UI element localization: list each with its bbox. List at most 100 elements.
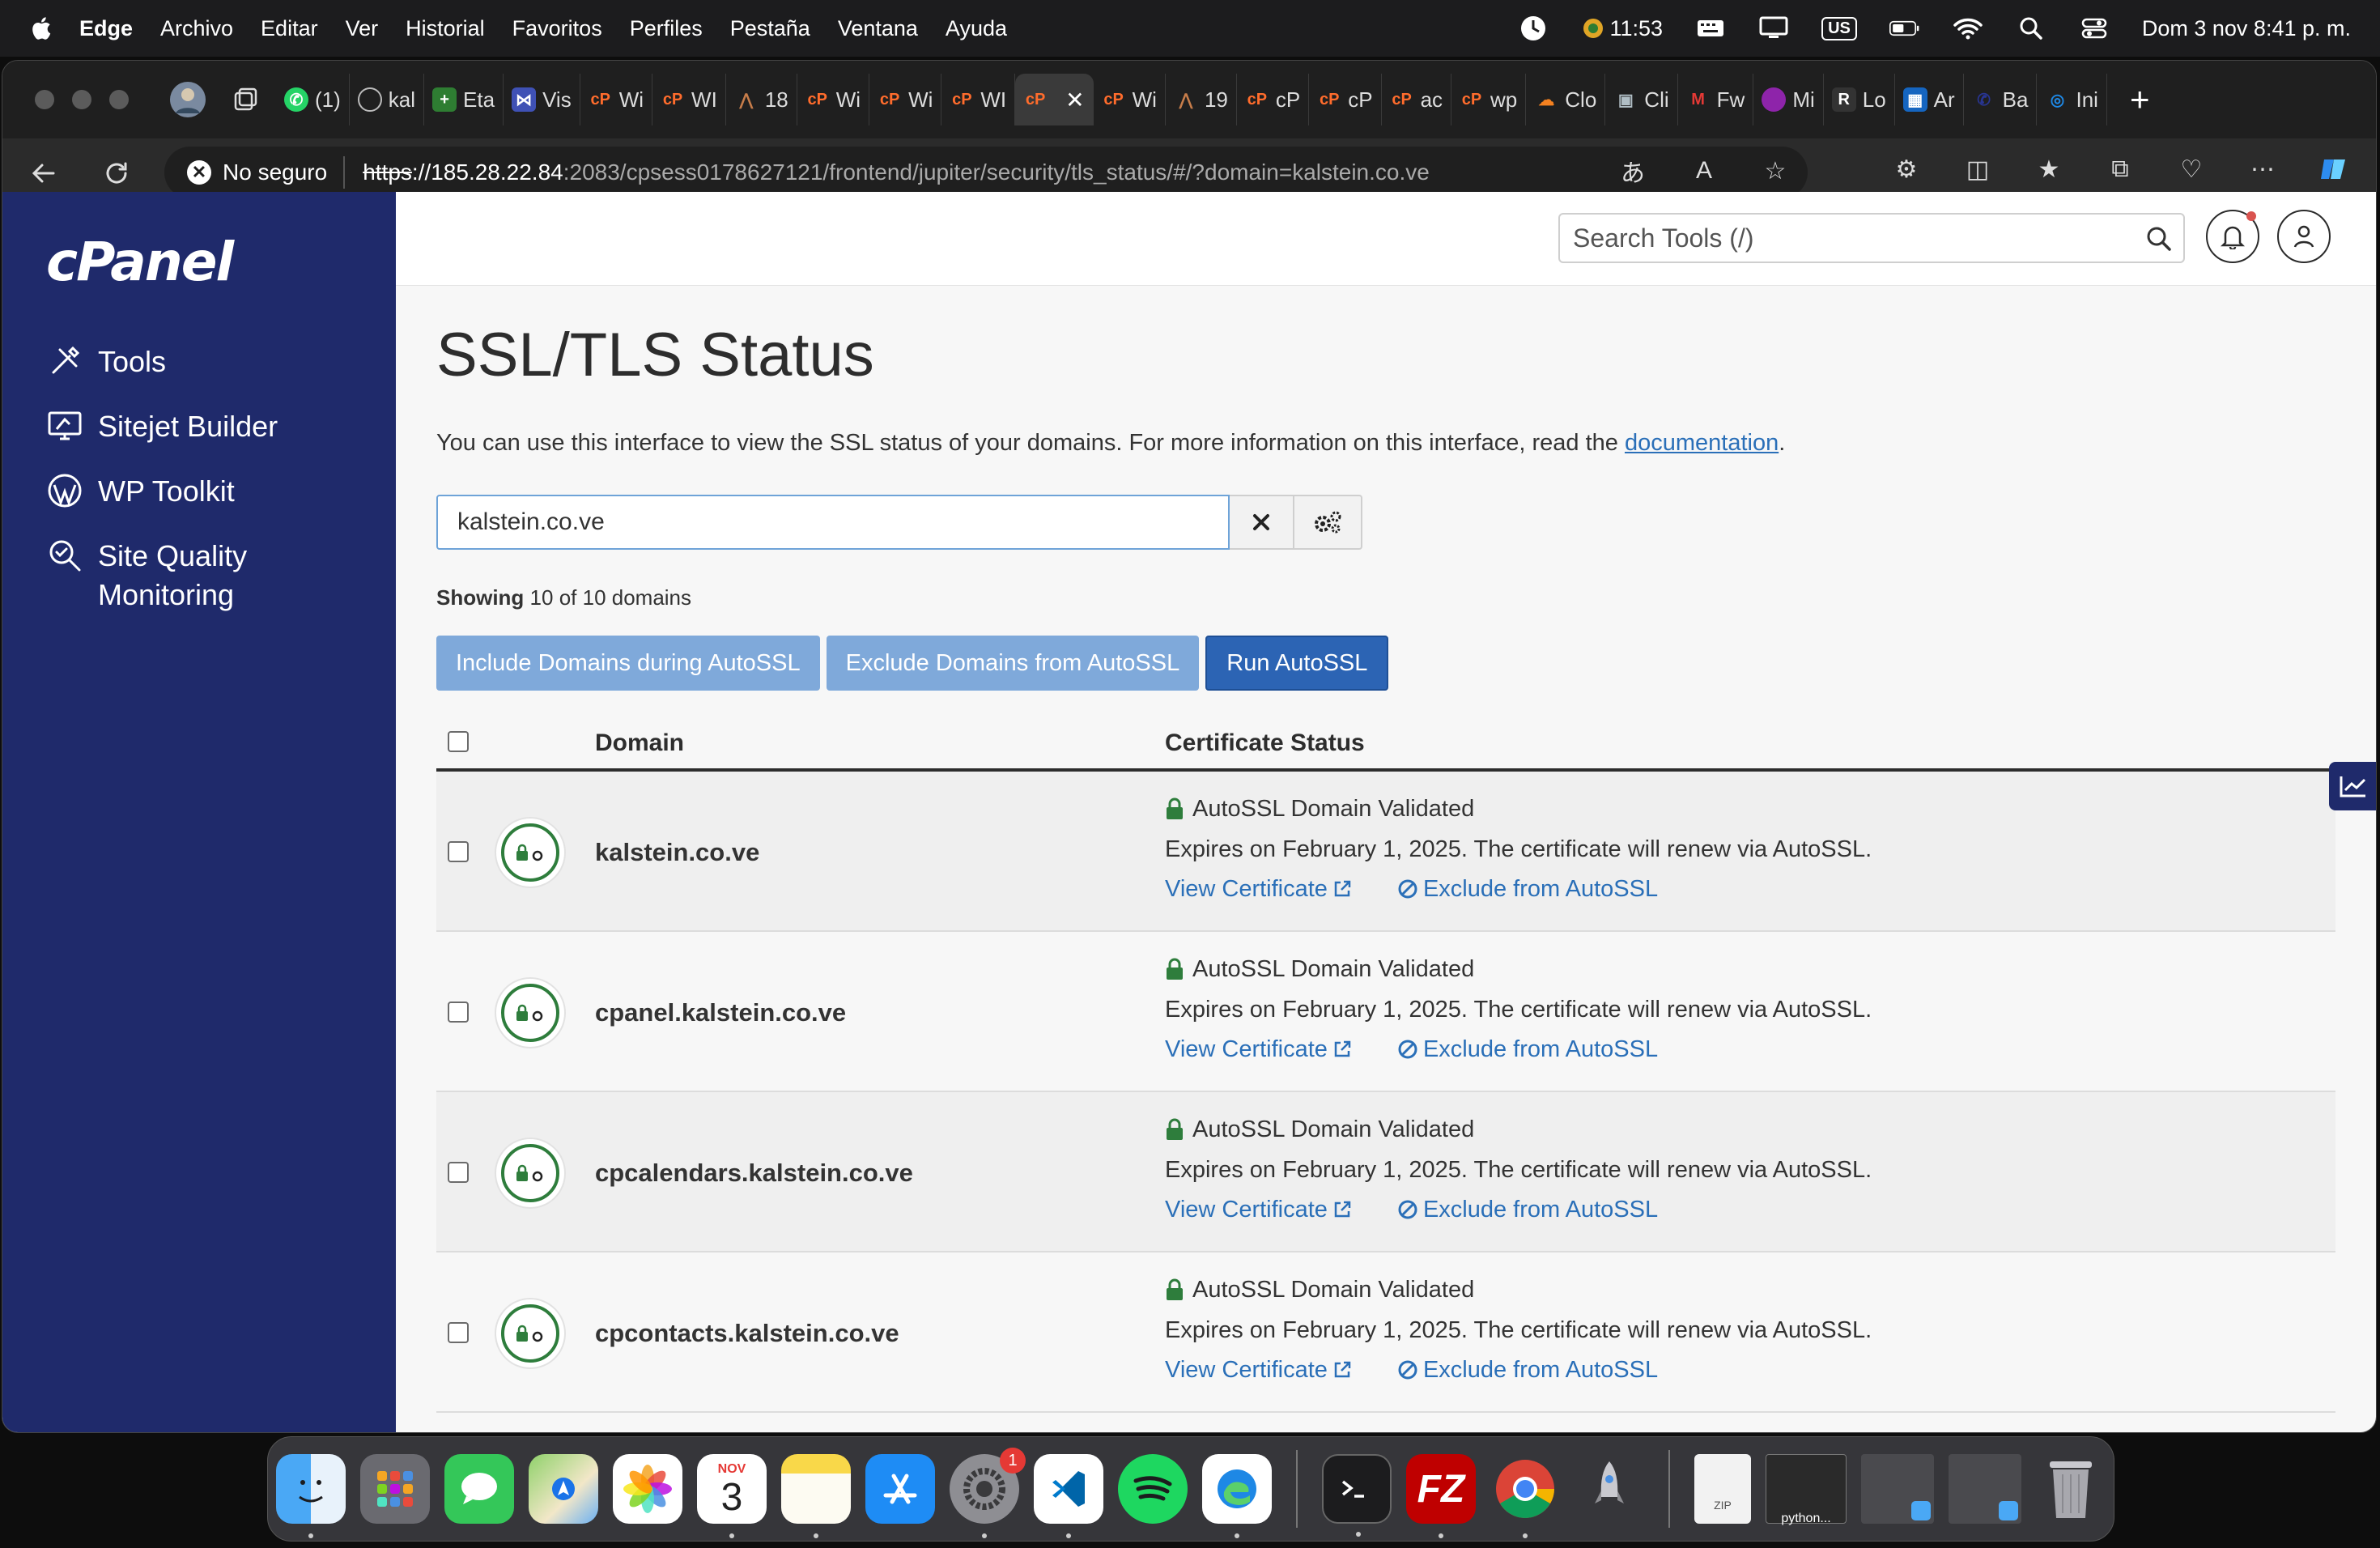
edge-browser-icon[interactable]	[1202, 1454, 1272, 1538]
spotlight-search-icon[interactable]	[2016, 13, 2046, 44]
analytics-float-button[interactable]	[2329, 762, 2376, 810]
tab-13[interactable]: cP cP	[1309, 74, 1382, 125]
tab-22[interactable]: ✆ Ba	[1964, 74, 2038, 125]
row-checkbox[interactable]	[448, 1162, 469, 1183]
keyboard-icon[interactable]	[1695, 13, 1726, 44]
zip-file-icon[interactable]: ZIP	[1694, 1454, 1751, 1524]
finder-icon[interactable]	[276, 1454, 346, 1538]
tab-whatsapp[interactable]: ✆ (1)	[276, 74, 350, 125]
exclude-from-autossl-link[interactable]: Exclude from AutoSSL	[1397, 1036, 1658, 1063]
battery-icon[interactable]	[1889, 13, 1920, 44]
sidebar-item-wp-toolkit[interactable]: WP Toolkit	[46, 472, 235, 511]
launchpad-icon[interactable]	[360, 1454, 430, 1524]
tab-23[interactable]: ◎ Ini	[2037, 74, 2107, 125]
read-aloud-icon[interactable]: A	[1686, 153, 1722, 189]
photos-icon[interactable]	[613, 1454, 682, 1524]
collections-icon[interactable]: ⧉	[2102, 151, 2138, 187]
tab-21[interactable]: ▦ Ar	[1895, 74, 1964, 125]
view-certificate-link[interactable]: View Certificate	[1165, 876, 1352, 903]
tab-8[interactable]: cP WI	[941, 74, 1016, 125]
row-checkbox[interactable]	[448, 1002, 469, 1023]
exclude-domains-button[interactable]: Exclude Domains from AutoSSL	[826, 636, 1200, 691]
tab-3[interactable]: cP Wi	[580, 74, 653, 125]
close-tab-icon[interactable]: ✕	[1065, 87, 1084, 113]
minimize-window-button[interactable]	[72, 90, 91, 109]
tab-5[interactable]: ⋀ 18	[726, 74, 797, 125]
trash-icon[interactable]	[2036, 1454, 2106, 1524]
more-menu-icon[interactable]: ⋯	[2245, 151, 2280, 187]
tab-11[interactable]: ⋀ 19	[1166, 74, 1237, 125]
tab-4[interactable]: cP WI	[652, 74, 726, 125]
tab-18[interactable]: M Fw	[1678, 74, 1754, 125]
menu-ayuda[interactable]: Ayuda	[946, 16, 1007, 41]
timer-icon[interactable]	[1518, 13, 1549, 44]
menu-app-name[interactable]: Edge	[79, 16, 133, 41]
menu-ventana[interactable]: Ventana	[838, 16, 918, 41]
calendar-icon[interactable]: NOV 3	[697, 1454, 767, 1538]
select-all-checkbox[interactable]	[448, 731, 469, 752]
tab-10[interactable]: cP Wi	[1094, 74, 1166, 125]
control-center-icon[interactable]	[2079, 13, 2110, 44]
tab-active[interactable]: cP ✕	[1015, 74, 1094, 125]
menu-editar[interactable]: Editar	[261, 16, 318, 41]
zoom-window-button[interactable]	[109, 90, 129, 109]
tab-16[interactable]: ☁ Clo	[1526, 74, 1606, 125]
tab-15[interactable]: cP wp	[1451, 74, 1527, 125]
exclude-from-autossl-link[interactable]: Exclude from AutoSSL	[1397, 1197, 1658, 1223]
search-tools-input[interactable]	[1573, 223, 2131, 253]
chrome-icon[interactable]	[1490, 1454, 1560, 1538]
tab-1[interactable]: + Eta	[424, 74, 504, 125]
translate-icon[interactable]: あ	[1615, 153, 1651, 189]
app-store-icon[interactable]	[865, 1454, 935, 1524]
tab-2[interactable]: ⋈ Vis	[504, 74, 580, 125]
security-indicator[interactable]: ✕ No seguro	[187, 156, 346, 189]
window-thumbnail[interactable]	[1861, 1454, 1934, 1524]
status-column-header[interactable]: Certificate Status	[1165, 729, 1365, 757]
sidebar-item-sitejet[interactable]: Sitejet Builder	[46, 407, 278, 446]
view-certificate-link[interactable]: View Certificate	[1165, 1197, 1352, 1223]
reload-icon[interactable]	[95, 151, 138, 195]
apple-icon[interactable]	[29, 15, 52, 41]
cpanel-logo[interactable]: cPanel	[46, 231, 234, 293]
terminal-icon[interactable]	[1322, 1454, 1392, 1537]
tab-6[interactable]: cP Wi	[797, 74, 870, 125]
menu-historial[interactable]: Historial	[406, 16, 485, 41]
menu-archivo[interactable]: Archivo	[160, 16, 233, 41]
copilot-icon[interactable]	[2316, 151, 2352, 187]
domain-filter-input[interactable]	[436, 495, 1230, 550]
sidebar-item-tools[interactable]: Tools	[46, 342, 166, 381]
include-domains-button[interactable]: Include Domains during AutoSSL	[436, 636, 820, 691]
tab-20[interactable]: R Lo	[1824, 74, 1895, 125]
python-window-thumbnail[interactable]: python...	[1766, 1454, 1847, 1525]
menu-ver[interactable]: Ver	[346, 16, 379, 41]
tab-0[interactable]: kal	[350, 74, 425, 125]
domain-column-header[interactable]: Domain	[595, 729, 684, 757]
window-thumbnail[interactable]	[1949, 1454, 2021, 1524]
wifi-icon[interactable]	[1953, 13, 1983, 44]
app-timer[interactable]: 11:53	[1581, 16, 1663, 41]
search-tools[interactable]	[1558, 213, 2185, 263]
vscode-icon[interactable]	[1034, 1454, 1103, 1538]
menu-datetime[interactable]: Dom 3 nov 8:41 p. m.	[2142, 16, 2351, 41]
favorites-icon[interactable]: ★	[2031, 151, 2067, 187]
user-menu-button[interactable]	[2277, 210, 2331, 263]
input-source-badge[interactable]: US	[1821, 16, 1857, 40]
row-checkbox[interactable]	[448, 1322, 469, 1343]
menu-pestana[interactable]: Pestaña	[730, 16, 810, 41]
close-window-button[interactable]	[35, 90, 54, 109]
new-tab-icon[interactable]: +	[2130, 80, 2150, 119]
back-icon[interactable]	[22, 151, 66, 195]
view-certificate-link[interactable]: View Certificate	[1165, 1357, 1352, 1384]
system-settings-icon[interactable]: 1	[950, 1448, 1026, 1538]
url-field[interactable]: ✕ No seguro https://185.28.22.84:2083/cps…	[164, 147, 1808, 198]
spotify-icon[interactable]	[1118, 1454, 1188, 1524]
messages-icon[interactable]	[444, 1454, 514, 1524]
filter-settings-button[interactable]	[1294, 495, 1362, 550]
workspaces-tab[interactable]	[223, 74, 276, 125]
split-screen-icon[interactable]: ◫	[1960, 151, 1995, 187]
view-certificate-link[interactable]: View Certificate	[1165, 1036, 1352, 1063]
exclude-from-autossl-link[interactable]: Exclude from AutoSSL	[1397, 1357, 1658, 1384]
tab-17[interactable]: ▣ Cli	[1605, 74, 1678, 125]
notes-icon[interactable]	[781, 1454, 851, 1538]
filezilla-icon[interactable]: FZ	[1406, 1454, 1476, 1538]
